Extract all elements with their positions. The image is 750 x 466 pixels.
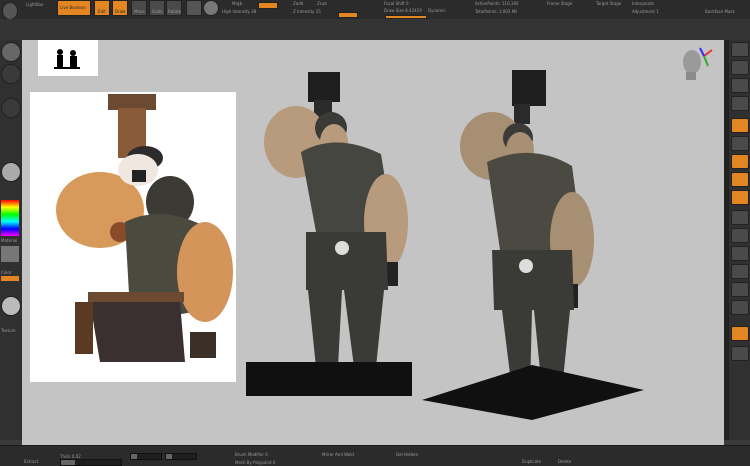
- edit-button[interactable]: Edit: [94, 0, 110, 16]
- adjustment-label[interactable]: Adjustment 1: [632, 9, 659, 14]
- move-view-icon[interactable]: [731, 210, 749, 225]
- silhouette-icon: [54, 49, 80, 69]
- backface-mask-label[interactable]: Backface Mask: [705, 9, 735, 14]
- zadd-label[interactable]: Zadd: [293, 1, 303, 6]
- viewport-canvas[interactable]: [22, 40, 724, 445]
- reference-character-painting: [56, 94, 233, 362]
- bottom-toolbar: Extract Thick 0.02 Brush Modifier 0 Mesh…: [0, 445, 750, 466]
- scale-view-icon[interactable]: [731, 228, 749, 243]
- edit-label: Edit: [98, 9, 106, 14]
- dynamic-label[interactable]: Dynamic: [428, 8, 446, 13]
- material-sphere-icon[interactable]: [1, 296, 21, 316]
- stroke-dots-icon[interactable]: [1, 64, 21, 84]
- active-points-label: ActivePoints: 110,160: [475, 1, 519, 6]
- zoom-icon[interactable]: [731, 78, 749, 93]
- zbrush-logo-icon: [2, 2, 18, 20]
- top-toolbar: LightBox Live Boolean Edit Draw Move Sca…: [0, 0, 750, 20]
- left-shelf: Material Color Texture: [0, 40, 23, 440]
- mesh-by-polypaint-label[interactable]: Mesh By Polypaint 0: [235, 460, 275, 465]
- bottom-slider-b[interactable]: [165, 453, 197, 460]
- ghost-icon[interactable]: [731, 300, 749, 315]
- del-hidden-button[interactable]: Del Hidden: [396, 452, 418, 457]
- z-intensity-label[interactable]: Z Intensity 25: [293, 9, 321, 14]
- bottom-slider-a[interactable]: [130, 453, 162, 460]
- polyf-icon[interactable]: [731, 264, 749, 279]
- texture-sphere-icon[interactable]: [1, 162, 21, 182]
- zsub-label[interactable]: Zsub: [317, 1, 327, 6]
- interpolate-label[interactable]: Interpolate: [632, 1, 654, 6]
- rgb-toggle[interactable]: [258, 2, 278, 9]
- xpose-icon[interactable]: [731, 346, 749, 361]
- material-label: Material: [1, 238, 18, 243]
- sculpt-model-front: [246, 72, 412, 396]
- transp-icon[interactable]: [731, 282, 749, 297]
- frame-icon[interactable]: [731, 190, 749, 205]
- brush-icon[interactable]: [1, 42, 21, 62]
- rotate-button[interactable]: Rotate: [166, 0, 182, 16]
- duplicate-button[interactable]: Duplicate: [522, 459, 541, 464]
- extract-button[interactable]: Extract: [24, 459, 38, 464]
- live-boolean-label: Live Boolean: [60, 5, 86, 10]
- mirror-and-weld-button[interactable]: Mirror And Weld: [322, 452, 354, 457]
- lightbox-label[interactable]: LightBox: [26, 2, 43, 7]
- navigation-head-icon[interactable]: [674, 42, 716, 84]
- move-button[interactable]: Move: [131, 0, 147, 16]
- color-label: Color: [1, 270, 12, 275]
- xyz-icon[interactable]: [731, 172, 749, 187]
- draw-label: Draw: [115, 9, 126, 14]
- rgb-intensity-label[interactable]: High Intensity 38: [222, 9, 256, 14]
- actual-icon[interactable]: [731, 96, 749, 111]
- live-boolean-button[interactable]: Live Boolean: [57, 0, 91, 16]
- focal-shift-label[interactable]: Focal Shift 0: [384, 1, 409, 6]
- stroke-icon[interactable]: [203, 0, 219, 16]
- move-label: Move: [134, 9, 145, 14]
- total-points-label: TotalPoints: 1.003 Mil: [475, 9, 518, 14]
- scroll-icon[interactable]: [731, 60, 749, 75]
- local-icon[interactable]: [731, 154, 749, 169]
- frame-stage-label[interactable]: Frame Stage: [547, 1, 572, 6]
- scale-button[interactable]: Scale: [149, 0, 165, 16]
- rotate-view-icon[interactable]: [731, 246, 749, 261]
- alpha-spray-icon[interactable]: [1, 98, 21, 118]
- draw-button[interactable]: Draw: [112, 0, 128, 16]
- scale-label: Scale: [152, 9, 163, 14]
- reference-thumbnail: [38, 40, 98, 76]
- rotate-label: Rotate: [168, 9, 182, 14]
- persp-icon[interactable]: [731, 118, 749, 133]
- material-swatch[interactable]: [1, 246, 19, 262]
- delete-button[interactable]: Delete: [558, 459, 571, 464]
- secondary-toolbar: [0, 19, 750, 41]
- draw-size-label[interactable]: Draw Size 8.42419: [384, 8, 422, 13]
- color-swatch[interactable]: [1, 276, 19, 281]
- floor-icon[interactable]: [731, 136, 749, 151]
- z-intensity-slider[interactable]: [338, 12, 358, 18]
- sculpt-model-side: [422, 70, 644, 420]
- solo-icon[interactable]: [731, 326, 749, 341]
- reference-image: [30, 92, 236, 382]
- texture-label: Texture: [1, 328, 16, 333]
- brush-modifier-label[interactable]: Brush Modifier 0: [235, 452, 268, 457]
- mrgb-label[interactable]: Mrgb: [232, 1, 242, 6]
- right-shelf: [728, 40, 750, 440]
- target-stage-label[interactable]: Target Stage: [596, 1, 621, 6]
- material-sphere-button[interactable]: [186, 0, 202, 16]
- bpr-icon[interactable]: [731, 42, 749, 57]
- color-picker[interactable]: [1, 200, 19, 236]
